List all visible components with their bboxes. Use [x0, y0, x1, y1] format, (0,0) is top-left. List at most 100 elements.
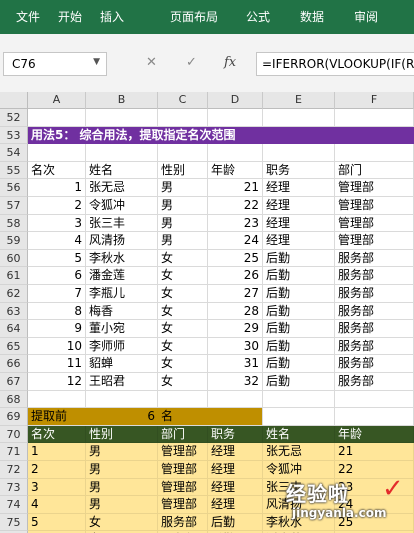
extract-count-input[interactable]: 6 [106, 408, 158, 426]
row-header[interactable]: 66 [0, 355, 28, 373]
table-cell[interactable]: 21 [335, 443, 414, 461]
table-cell[interactable]: 经理 [208, 478, 263, 497]
table-cell[interactable]: 服务部 [158, 513, 208, 532]
table-cell[interactable]: 管理部 [335, 232, 414, 250]
table-cell[interactable]: 后勤 [263, 267, 335, 285]
name-box[interactable]: C76 ▼ [3, 52, 107, 76]
column-label-cell[interactable]: 职务 [208, 425, 263, 444]
table-cell[interactable]: 女 [86, 513, 158, 532]
table-cell[interactable]: 3 [28, 214, 86, 233]
section-banner[interactable]: 用法5： 综合用法，提取指定名次范围 [28, 126, 414, 145]
table-cell[interactable] [263, 390, 335, 409]
table-cell[interactable]: 后勤 [263, 373, 335, 391]
table-cell[interactable]: 11 [28, 355, 86, 373]
table-cell[interactable] [28, 144, 86, 162]
table-cell[interactable]: 30 [208, 337, 263, 356]
table-cell[interactable]: 服务部 [335, 337, 414, 356]
table-cell[interactable]: 经理 [263, 179, 335, 197]
table-cell[interactable]: 25 [208, 249, 263, 268]
table-cell[interactable]: 张无忌 [86, 179, 158, 197]
table-cell[interactable]: 3 [28, 478, 86, 497]
row-header[interactable]: 55 [0, 161, 28, 180]
table-cell[interactable] [86, 144, 158, 162]
row-header[interactable]: 69 [0, 408, 28, 426]
table-cell[interactable]: 后勤 [263, 249, 335, 268]
column-label-cell[interactable]: 性别 [158, 161, 208, 180]
table-cell[interactable] [335, 390, 414, 409]
table-cell[interactable]: 男 [86, 496, 158, 514]
column-header[interactable]: C [158, 92, 208, 109]
table-cell[interactable] [158, 144, 208, 162]
table-cell[interactable]: 女 [158, 302, 208, 321]
table-cell[interactable]: 女 [158, 249, 208, 268]
row-header[interactable]: 62 [0, 285, 28, 303]
column-header[interactable]: D [208, 92, 263, 109]
table-cell[interactable]: 32 [208, 373, 263, 391]
insert-function-icon[interactable]: fx [224, 55, 236, 70]
table-cell[interactable]: 貂蝉 [86, 355, 158, 373]
table-cell[interactable]: 管理部 [335, 197, 414, 215]
row-header[interactable]: 73 [0, 478, 28, 497]
row-header[interactable]: 56 [0, 179, 28, 197]
row-header[interactable]: 54 [0, 144, 28, 162]
row-header[interactable]: 67 [0, 373, 28, 391]
row-header[interactable]: 68 [0, 390, 28, 409]
ribbon-tab[interactable]: 文件 [16, 0, 40, 34]
table-cell[interactable]: 后勤 [263, 320, 335, 338]
table-cell[interactable]: 管理部 [158, 496, 208, 514]
table-cell[interactable]: 女 [158, 355, 208, 373]
table-cell[interactable]: 男 [158, 197, 208, 215]
row-header[interactable]: 53 [0, 126, 28, 145]
table-cell[interactable]: 女 [158, 373, 208, 391]
table-cell[interactable]: 7 [28, 285, 86, 303]
table-cell[interactable]: 男 [158, 232, 208, 250]
table-cell[interactable] [158, 390, 208, 409]
column-label-cell[interactable]: 性别 [86, 425, 158, 444]
table-cell[interactable]: 27 [208, 285, 263, 303]
table-cell[interactable]: 12 [28, 373, 86, 391]
table-cell[interactable]: 张无忌 [263, 443, 335, 461]
table-cell[interactable]: 服务部 [335, 373, 414, 391]
column-header[interactable]: E [263, 92, 335, 109]
table-cell[interactable] [335, 144, 414, 162]
column-header[interactable]: B [86, 92, 158, 109]
chevron-down-icon[interactable]: ▼ [93, 57, 100, 67]
column-label-cell[interactable]: 部门 [158, 425, 208, 444]
row-header[interactable]: 52 [0, 109, 28, 127]
table-cell[interactable]: 4 [28, 232, 86, 250]
table-cell[interactable]: 男 [86, 443, 158, 461]
table-cell[interactable]: 2 [28, 461, 86, 479]
table-cell[interactable]: 管理部 [335, 179, 414, 197]
table-cell[interactable] [208, 144, 263, 162]
table-cell[interactable]: 令狐冲 [86, 197, 158, 215]
table-cell[interactable]: 服务部 [335, 320, 414, 338]
table-cell[interactable]: 男 [86, 478, 158, 497]
table-cell[interactable] [28, 390, 86, 409]
column-label-cell[interactable]: 年龄 [208, 161, 263, 180]
ribbon-tab[interactable]: 审阅 [354, 0, 378, 34]
table-cell[interactable]: 男 [86, 461, 158, 479]
table-cell[interactable]: 4 [28, 496, 86, 514]
row-header[interactable]: 64 [0, 320, 28, 338]
enter-icon[interactable]: ✓ [186, 55, 197, 70]
ribbon-tab[interactable]: 开始 [58, 0, 82, 34]
ribbon-tab[interactable]: 插入 [100, 0, 124, 34]
column-label-cell[interactable]: 姓名 [86, 161, 158, 180]
table-cell[interactable]: 26 [208, 267, 263, 285]
table-cell[interactable]: 10 [28, 337, 86, 356]
table-cell[interactable]: 6 [28, 267, 86, 285]
table-cell[interactable]: 董小宛 [86, 320, 158, 338]
table-cell[interactable]: 李秋水 [86, 249, 158, 268]
table-cell[interactable]: 李瓶儿 [86, 285, 158, 303]
table-cell[interactable]: 后勤 [263, 285, 335, 303]
table-cell[interactable] [263, 408, 335, 426]
ribbon-tab[interactable]: 页面布局 [170, 0, 218, 34]
table-cell[interactable]: 管理部 [158, 478, 208, 497]
table-cell[interactable]: 8 [28, 302, 86, 321]
column-header[interactable]: F [335, 92, 414, 109]
table-cell[interactable]: 后勤 [263, 337, 335, 356]
table-cell[interactable]: 经理 [208, 443, 263, 461]
table-cell[interactable]: 9 [28, 320, 86, 338]
cancel-icon[interactable]: ✕ [146, 55, 157, 70]
row-header[interactable]: 59 [0, 232, 28, 250]
